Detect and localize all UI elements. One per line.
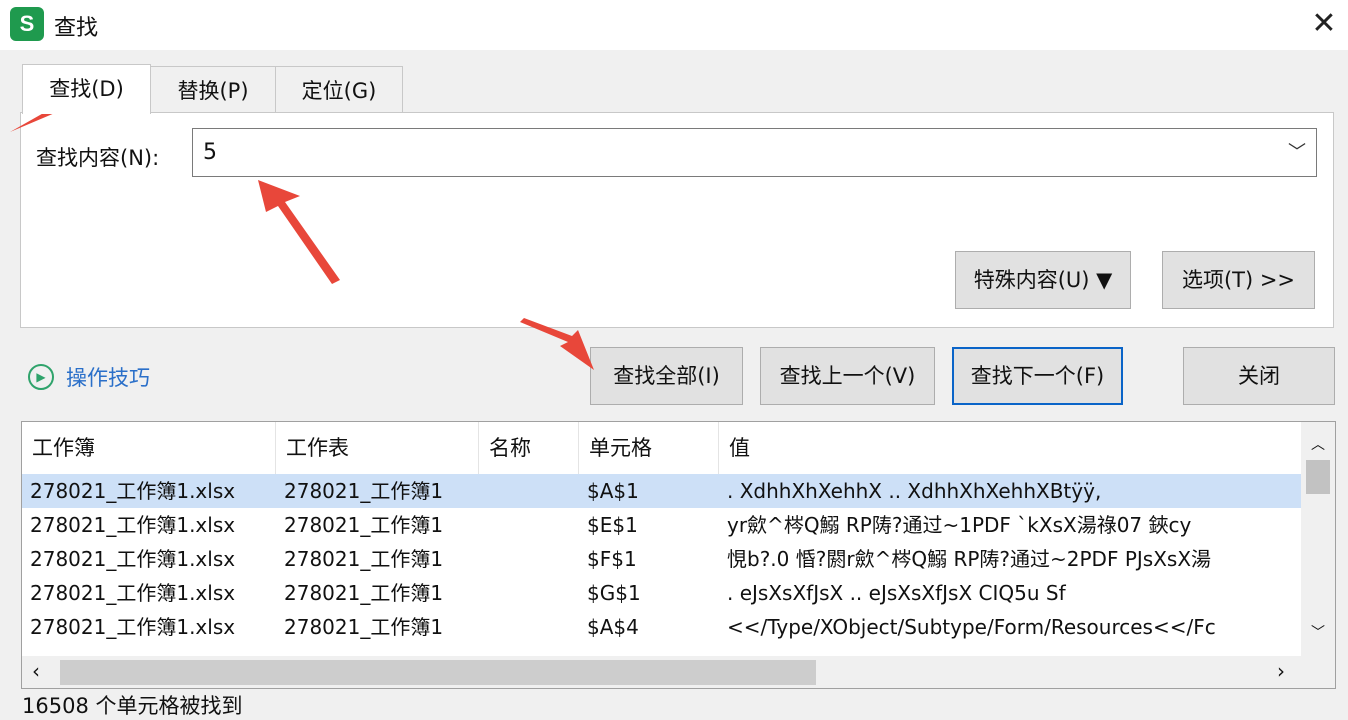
- table-cell: 278021_工作簿1: [284, 615, 444, 639]
- table-cell: $F$1: [587, 547, 637, 571]
- chevron-down-icon[interactable]: ﹀: [1288, 129, 1306, 176]
- table-cell: yr歛^梣Q鰯 RP陦?通过~1PDF `kXsX湯祿07 鋏cy: [727, 513, 1192, 537]
- close-button[interactable]: 关闭: [1183, 347, 1335, 405]
- close-icon[interactable]: ✕: [1306, 6, 1342, 42]
- title-bar: S 查找 ✕: [0, 0, 1348, 50]
- table-cell: [479, 576, 579, 610]
- column-header-cell[interactable]: 单元格: [579, 422, 719, 474]
- table-cell: <</Type/XObject/Subtype/Form/Resources<<…: [727, 615, 1216, 639]
- table-row[interactable]: 278021_工作簿1.xlsx 278021_工作簿1 $E$1 yr歛^梣Q鰯 R…: [22, 508, 1301, 542]
- table-cell: . XdhhXhXehhX .. XdhhXhXehhXBtÿÿ,: [727, 479, 1102, 503]
- tips-link[interactable]: ▶ 操作技巧: [28, 362, 150, 392]
- find-next-button[interactable]: 查找下一个(F): [952, 347, 1123, 405]
- table-cell: 278021_工作簿1.xlsx: [30, 615, 236, 639]
- table-row[interactable]: 278021_工作簿1.xlsx 278021_工作簿1 $G$1 . eJsXsXf…: [22, 576, 1301, 610]
- table-cell: [479, 474, 579, 508]
- horizontal-scrollbar[interactable]: ‹ ›: [22, 656, 1335, 688]
- options-button[interactable]: 选项(T) >>: [1162, 251, 1315, 309]
- column-header-workbook[interactable]: 工作簿: [22, 422, 276, 474]
- window-title: 查找: [54, 16, 99, 41]
- vertical-scroll-thumb[interactable]: [1306, 460, 1330, 494]
- tab-goto[interactable]: 定位(G): [275, 66, 403, 113]
- table-cell: 278021_工作簿1.xlsx: [30, 581, 236, 605]
- scroll-up-icon[interactable]: ︿: [1311, 434, 1325, 454]
- find-label: 查找内容(N):: [36, 146, 160, 170]
- find-input[interactable]: 5 ﹀: [192, 128, 1317, 177]
- table-cell: $G$1: [587, 581, 641, 605]
- table-cell: [479, 508, 579, 542]
- find-all-button[interactable]: 查找全部(I): [590, 347, 743, 405]
- table-cell: $A$1: [587, 479, 639, 503]
- app-icon: S: [10, 7, 44, 41]
- table-cell: 278021_工作簿1: [284, 513, 444, 537]
- play-icon: ▶: [28, 364, 54, 390]
- scroll-down-icon[interactable]: ﹀: [1311, 622, 1325, 642]
- scroll-right-icon[interactable]: ›: [1277, 659, 1285, 683]
- tab-replace[interactable]: 替换(P): [150, 66, 276, 113]
- table-row[interactable]: 278021_工作簿1.xlsx 278021_工作簿1 $A$4 <</Type/X…: [22, 610, 1301, 644]
- table-cell: [479, 542, 579, 576]
- scroll-left-icon[interactable]: ‹: [32, 659, 40, 683]
- vertical-scrollbar[interactable]: ︿ ﹀: [1301, 422, 1335, 656]
- table-cell: 278021_工作簿1.xlsx: [30, 479, 236, 503]
- column-header-sheet[interactable]: 工作表: [276, 422, 479, 474]
- table-cell: 悓b?.0 惛?閼r歛^梣Q鰯 RP陦?通过~2PDF PJsXsX湯: [727, 547, 1212, 571]
- table-cell: 278021_工作簿1.xlsx: [30, 513, 236, 537]
- find-input-value: 5: [203, 140, 217, 165]
- tips-label: 操作技巧: [66, 366, 150, 390]
- table-cell: [479, 610, 579, 644]
- status-text: 16508 个单元格被找到: [22, 694, 243, 718]
- special-content-button[interactable]: 特殊内容(U) ▼: [955, 251, 1131, 309]
- table-cell: 278021_工作簿1: [284, 547, 444, 571]
- table-cell: . eJsXsXfJsX .. eJsXsXfJsX CIQ5u Sf: [727, 581, 1066, 605]
- table-cell: $A$4: [587, 615, 639, 639]
- results-table: 工作簿 工作表 名称 单元格 值 278021_工作簿1.xlsx 278021_…: [21, 421, 1336, 689]
- table-cell: $E$1: [587, 513, 638, 537]
- find-prev-button[interactable]: 查找上一个(V): [760, 347, 935, 405]
- tab-find[interactable]: 查找(D): [22, 64, 151, 114]
- table-row[interactable]: 278021_工作簿1.xlsx 278021_工作簿1 $A$1 . XdhhXhX…: [22, 474, 1301, 508]
- table-cell: 278021_工作簿1: [284, 581, 444, 605]
- table-cell: 278021_工作簿1: [284, 479, 444, 503]
- column-header-value[interactable]: 值: [719, 422, 1301, 474]
- horizontal-scroll-thumb[interactable]: [60, 660, 816, 685]
- table-row[interactable]: 278021_工作簿1.xlsx 278021_工作簿1 $F$1 悓b?.0 惛?閼…: [22, 542, 1301, 576]
- table-cell: 278021_工作簿1.xlsx: [30, 547, 236, 571]
- column-header-name[interactable]: 名称: [479, 422, 579, 474]
